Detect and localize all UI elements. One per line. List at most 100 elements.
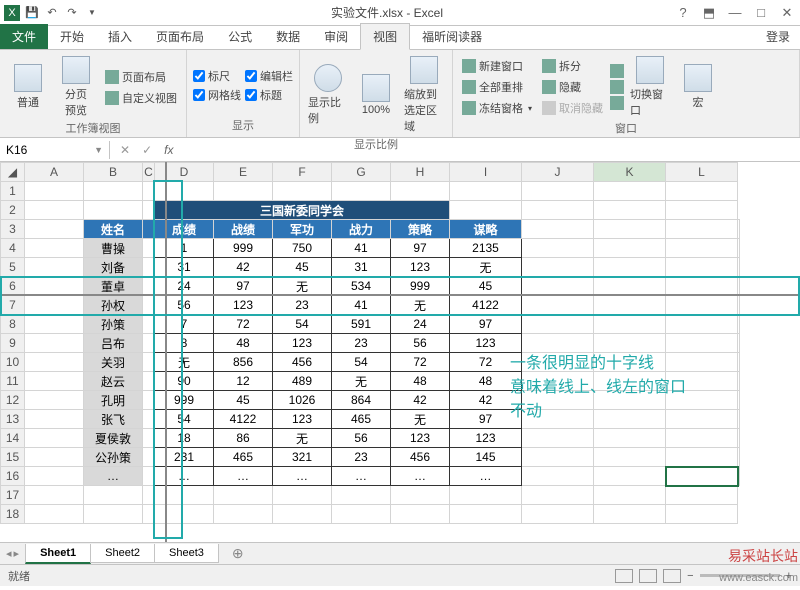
- cell[interactable]: [214, 505, 273, 524]
- row-header[interactable]: 8: [1, 315, 25, 334]
- table-header[interactable]: 成绩: [155, 220, 214, 239]
- table-header[interactable]: 军功: [273, 220, 332, 239]
- add-sheet-button[interactable]: ⊕: [218, 542, 258, 565]
- cell[interactable]: 123: [214, 296, 273, 315]
- cell[interactable]: 90: [155, 372, 214, 391]
- enter-icon[interactable]: ✓: [142, 143, 152, 157]
- row-header[interactable]: 7: [1, 296, 25, 315]
- cell[interactable]: [143, 182, 155, 201]
- cell[interactable]: 24: [155, 277, 214, 296]
- cell[interactable]: 123: [273, 334, 332, 353]
- cell[interactable]: [84, 486, 143, 505]
- cell[interactable]: [332, 505, 391, 524]
- active-cell[interactable]: [666, 467, 738, 486]
- cell[interactable]: 48: [214, 334, 273, 353]
- col-header[interactable]: J: [522, 163, 594, 182]
- tab-insert[interactable]: 插入: [96, 24, 144, 49]
- cell[interactable]: 4122: [214, 410, 273, 429]
- freeze-panes-button[interactable]: 冻结窗格▾: [459, 99, 535, 117]
- cell[interactable]: 321: [273, 448, 332, 467]
- tab-home[interactable]: 开始: [48, 24, 96, 49]
- cell[interactable]: 465: [332, 410, 391, 429]
- table-header[interactable]: 战力: [332, 220, 391, 239]
- cell[interactable]: [155, 182, 214, 201]
- view-layout-icon[interactable]: [639, 569, 657, 583]
- table-header[interactable]: 谋略: [450, 220, 522, 239]
- cell[interactable]: [25, 201, 84, 220]
- row-header[interactable]: 5: [1, 258, 25, 277]
- row-header[interactable]: 14: [1, 429, 25, 448]
- ruler-checkbox[interactable]: 标尺: [193, 68, 241, 84]
- cell[interactable]: [25, 182, 84, 201]
- cell[interactable]: 刘备: [84, 258, 143, 277]
- row-header[interactable]: 10: [1, 353, 25, 372]
- macros-button[interactable]: 宏: [676, 54, 720, 120]
- table-header[interactable]: 姓名: [84, 220, 143, 239]
- cell[interactable]: 18: [155, 429, 214, 448]
- headings-checkbox[interactable]: 标题: [245, 87, 293, 103]
- unhide-button[interactable]: 取消隐藏: [539, 99, 606, 117]
- col-header[interactable]: A: [25, 163, 84, 182]
- table-header[interactable]: 策略: [391, 220, 450, 239]
- view-pagebreak-icon[interactable]: [663, 569, 681, 583]
- save-icon[interactable]: 💾: [24, 5, 40, 21]
- cell[interactable]: 无: [391, 296, 450, 315]
- fx-icon[interactable]: fx: [164, 143, 173, 157]
- cell[interactable]: …: [155, 467, 214, 486]
- cell[interactable]: 45: [214, 391, 273, 410]
- cell[interactable]: 489: [273, 372, 332, 391]
- view-normal-icon[interactable]: [615, 569, 633, 583]
- cell[interactable]: 56: [155, 296, 214, 315]
- cell[interactable]: 97: [450, 315, 522, 334]
- cell[interactable]: [391, 182, 450, 201]
- tab-foxit[interactable]: 福昕阅读器: [410, 24, 494, 49]
- cell[interactable]: 456: [391, 448, 450, 467]
- cell[interactable]: 31: [155, 258, 214, 277]
- cell[interactable]: 孙权: [84, 296, 143, 315]
- cell[interactable]: [84, 505, 143, 524]
- cell[interactable]: 8: [155, 334, 214, 353]
- cell[interactable]: 无: [273, 429, 332, 448]
- tab-review[interactable]: 审阅: [312, 24, 360, 49]
- cell[interactable]: 孙策: [84, 315, 143, 334]
- cell[interactable]: [522, 201, 594, 220]
- col-header[interactable]: F: [273, 163, 332, 182]
- col-header[interactable]: I: [450, 163, 522, 182]
- zoom-selection-button[interactable]: 缩放到 选定区域: [402, 54, 446, 136]
- sync-scroll-icon[interactable]: [610, 80, 624, 94]
- cell[interactable]: [450, 505, 522, 524]
- row-header[interactable]: 3: [1, 220, 25, 239]
- cell[interactable]: …: [332, 467, 391, 486]
- sheet-tab-3[interactable]: Sheet3: [154, 544, 219, 563]
- cell[interactable]: 97: [391, 239, 450, 258]
- cell[interactable]: 12: [214, 372, 273, 391]
- split-button[interactable]: 拆分: [539, 57, 606, 75]
- row-header[interactable]: 12: [1, 391, 25, 410]
- cell[interactable]: 41: [332, 239, 391, 258]
- tab-view[interactable]: 视图: [360, 23, 410, 50]
- cell[interactable]: 123: [450, 334, 522, 353]
- cell[interactable]: 董卓: [84, 277, 143, 296]
- row-header[interactable]: 13: [1, 410, 25, 429]
- cell[interactable]: [214, 486, 273, 505]
- cell[interactable]: 54: [155, 410, 214, 429]
- cell[interactable]: 45: [273, 258, 332, 277]
- cell[interactable]: 无: [450, 258, 522, 277]
- cell[interactable]: [450, 182, 522, 201]
- minimize-button[interactable]: —: [726, 5, 744, 20]
- pagebreak-preview-button[interactable]: 分页 预览: [54, 54, 98, 120]
- cell[interactable]: [450, 486, 522, 505]
- cell[interactable]: 吕布: [84, 334, 143, 353]
- dropdown-icon[interactable]: ▼: [94, 145, 103, 155]
- cell[interactable]: 145: [450, 448, 522, 467]
- cell[interactable]: [450, 201, 522, 220]
- tab-data[interactable]: 数据: [264, 24, 312, 49]
- login-link[interactable]: 登录: [756, 24, 800, 49]
- cell[interactable]: [25, 486, 84, 505]
- row-header[interactable]: 15: [1, 448, 25, 467]
- cancel-icon[interactable]: ✕: [120, 143, 130, 157]
- cell[interactable]: [594, 486, 666, 505]
- cell[interactable]: 56: [332, 429, 391, 448]
- cell[interactable]: 123: [450, 429, 522, 448]
- zoom-100-button[interactable]: 100%: [354, 54, 398, 136]
